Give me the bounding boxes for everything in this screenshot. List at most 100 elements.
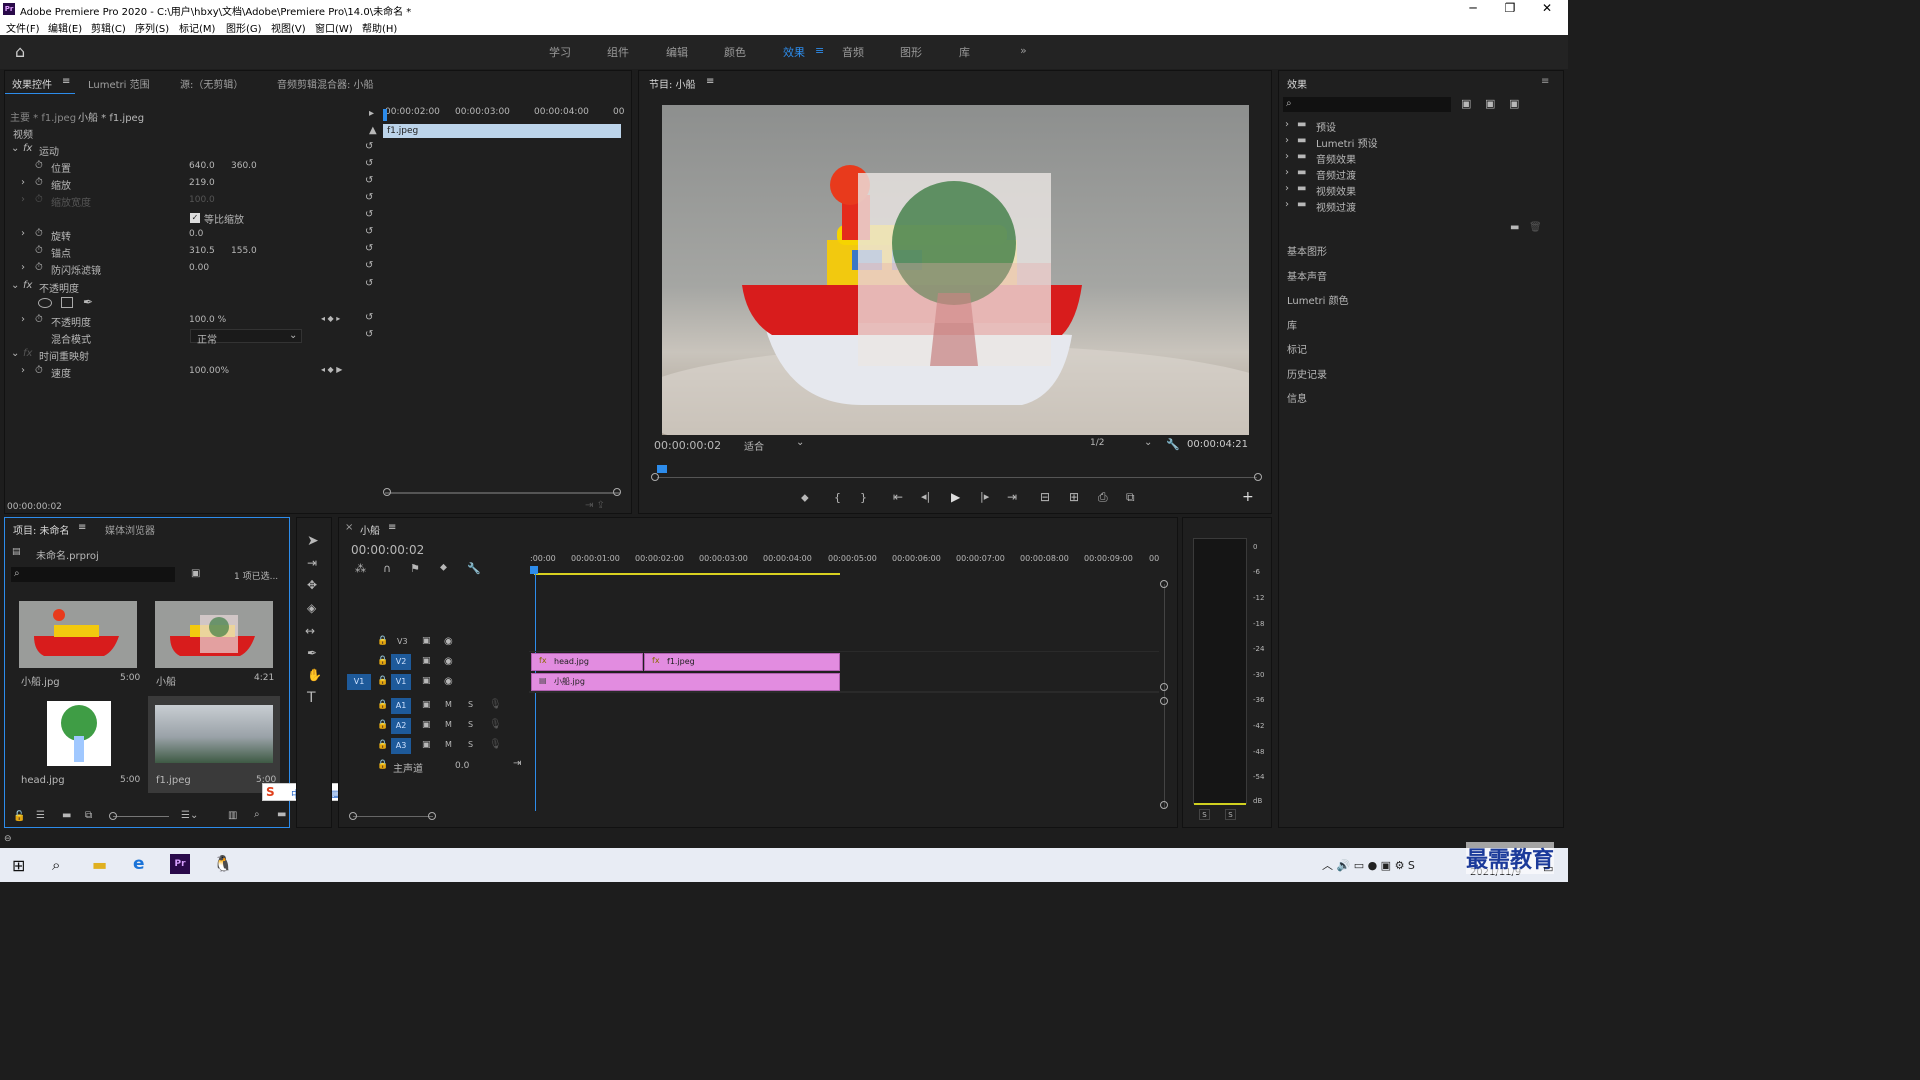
sync-lock-icon[interactable]: ▣ xyxy=(422,740,431,750)
sync-lock-icon[interactable]: ▣ xyxy=(422,720,431,730)
hscroll-handle-right[interactable] xyxy=(428,812,436,820)
wrench-icon[interactable]: 🔧 xyxy=(467,562,481,575)
menu-marker[interactable]: 标记(M) xyxy=(179,20,215,35)
timeline-ruler[interactable]: :00:00 00:00:01:00 00:00:02:00 00:00:03:… xyxy=(530,552,1170,576)
stopwatch-icon[interactable]: ⏱ xyxy=(35,365,43,376)
export-icon[interactable]: ⇥ ⇪ xyxy=(585,500,605,511)
program-ruler[interactable] xyxy=(657,462,1257,473)
menu-window[interactable]: 窗口(W) xyxy=(315,20,353,35)
program-timecode[interactable]: 00:00:00:02 xyxy=(654,439,721,452)
reset-scale-icon[interactable]: ↺ xyxy=(365,175,373,186)
qq-icon[interactable]: 🐧 xyxy=(213,854,233,873)
expand-icon[interactable]: ▸ xyxy=(369,108,374,119)
mute-icon[interactable]: M xyxy=(445,720,452,729)
panel-menu-icon[interactable]: ≡ xyxy=(388,522,396,533)
keyframe-nav-icon[interactable]: ◂ ◆ ▸ xyxy=(321,314,340,323)
effects-search-input[interactable]: ⌕ xyxy=(1283,97,1451,112)
section-history[interactable]: 历史记录 xyxy=(1287,366,1327,381)
menu-graphics[interactable]: 图形(G) xyxy=(226,20,262,35)
section-info[interactable]: 信息 xyxy=(1287,390,1307,405)
flicker-value[interactable]: 0.00 xyxy=(189,263,209,273)
reset-anchor-icon[interactable]: ↺ xyxy=(365,243,373,254)
sogou-icon[interactable]: S xyxy=(266,785,275,799)
reset-blend-icon[interactable]: ↺ xyxy=(365,329,373,340)
mute-icon[interactable]: M xyxy=(445,700,452,709)
menu-view[interactable]: 视图(V) xyxy=(271,20,306,35)
reset-rotation-icon[interactable]: ↺ xyxy=(365,226,373,237)
yuv-effects-icon[interactable]: ▣ xyxy=(1509,97,1519,110)
clip-boat-jpg[interactable]: 小船.jpg xyxy=(531,673,840,691)
fx-icon[interactable]: fx xyxy=(23,143,32,154)
search-icon[interactable]: ⌕ xyxy=(52,856,60,874)
close-tab-icon[interactable]: × xyxy=(345,522,353,533)
rotation-value[interactable]: 0.0 xyxy=(189,229,203,239)
master-volume[interactable]: 0.0 xyxy=(455,761,469,771)
solo-right-button[interactable]: S xyxy=(1225,809,1236,820)
timeline-timecode[interactable]: 00:00:00:02 xyxy=(351,543,424,557)
ie-browser-icon[interactable]: e xyxy=(133,854,145,874)
timeline-vscroll[interactable] xyxy=(1164,584,1165,808)
file-explorer-icon[interactable]: ▬ xyxy=(92,855,107,874)
opacity-expand-icon[interactable]: › xyxy=(21,314,25,325)
home-icon[interactable]: ⌂ xyxy=(15,42,25,61)
clip-f1-jpeg[interactable]: f1.jpeg xyxy=(644,653,840,671)
compare-icon[interactable]: ⧉ xyxy=(1126,490,1135,505)
mic-icon[interactable]: 🎙 xyxy=(489,699,502,710)
track-label[interactable]: A2 xyxy=(391,718,411,734)
tab-sequence[interactable]: 小船 xyxy=(360,522,380,537)
step-forward-icon[interactable]: |▸ xyxy=(980,490,989,503)
accelerated-effects-icon[interactable]: ▣ xyxy=(1461,97,1471,110)
reset-opacity-section-icon[interactable]: ↺ xyxy=(365,278,373,289)
go-to-out-icon[interactable]: ⇥ xyxy=(1007,490,1017,504)
freeform-view-icon[interactable]: ⧉ xyxy=(85,810,92,821)
new-bin-icon[interactable]: ▬ xyxy=(1510,222,1519,233)
tab-media-browser[interactable]: 媒体浏览器 xyxy=(105,522,155,537)
keyframe-nav-icon[interactable]: ◂ ◆ ▶ xyxy=(321,365,342,374)
thumb-boat-jpg[interactable] xyxy=(19,601,137,668)
panel-menu-icon[interactable]: ≡ xyxy=(62,76,70,87)
tray-icons[interactable]: ︿ 🔊 ▭ ● ▣ ⚙ S xyxy=(1322,857,1415,873)
tab-project[interactable]: 项目: 未命名 xyxy=(13,522,70,537)
menu-help[interactable]: 帮助(H) xyxy=(362,20,397,35)
track-label[interactable]: V3 xyxy=(397,637,408,646)
workspace-graphics[interactable]: 图形 xyxy=(900,44,922,60)
thumb-sequence[interactable] xyxy=(155,601,273,668)
ec-clip-bar[interactable]: f1.jpeg xyxy=(383,124,621,138)
menu-sequence[interactable]: 序列(S) xyxy=(135,20,169,35)
fx-icon[interactable]: fx xyxy=(23,280,32,291)
wrench-icon[interactable]: 🔧 xyxy=(1166,438,1180,451)
trash-icon[interactable]: 🗑 xyxy=(1529,222,1542,233)
32bit-effects-icon[interactable]: ▣ xyxy=(1485,97,1495,110)
lock-icon[interactable]: 🔒 xyxy=(377,720,388,730)
anchor-x-value[interactable]: 310.5 xyxy=(189,246,215,256)
stopwatch-icon[interactable]: ⏱ xyxy=(35,177,43,188)
vscroll-handle[interactable] xyxy=(1160,580,1168,588)
rotation-expand-icon[interactable]: › xyxy=(21,228,25,239)
section-markers[interactable]: 标记 xyxy=(1287,341,1307,356)
reset-position-icon[interactable]: ↺ xyxy=(365,158,373,169)
lock-icon[interactable]: 🔒 xyxy=(377,676,388,686)
motion-chevron-icon[interactable]: ⌄ xyxy=(11,143,19,154)
camera-icon[interactable]: ⎙ xyxy=(1098,490,1108,505)
blend-mode-select[interactable]: 正常 ⌄ xyxy=(190,329,302,346)
icon-view-icon[interactable]: ▬ xyxy=(62,810,71,821)
workspace-menu-icon[interactable]: ≡ xyxy=(815,44,824,57)
stopwatch-icon[interactable]: ⏱ xyxy=(35,228,43,239)
sort-icon[interactable]: ☰⌄ xyxy=(181,810,198,821)
add-marker-icon[interactable]: ⬥ xyxy=(801,491,809,505)
stopwatch-icon[interactable]: ⏱ xyxy=(35,314,43,325)
tab-lumetri-scopes[interactable]: Lumetri 范围 xyxy=(88,76,150,91)
opacity-value[interactable]: 100.0 % xyxy=(189,315,226,325)
master-clip-label[interactable]: 主要 * f1.jpeg xyxy=(10,109,76,124)
lock-icon[interactable]: 🔓 xyxy=(13,811,25,822)
stopwatch-icon[interactable]: ⏱ xyxy=(35,262,43,273)
panel-menu-icon[interactable]: ≡ xyxy=(1541,76,1549,87)
position-x-value[interactable]: 640.0 xyxy=(189,161,215,171)
zoom-handle-right[interactable] xyxy=(613,488,621,496)
anchor-y-value[interactable]: 155.0 xyxy=(231,246,257,256)
snap-icon[interactable]: ⁂ xyxy=(355,562,366,575)
slip-tool-icon[interactable]: ↔ xyxy=(305,624,315,638)
ec-zoom-scroll[interactable] xyxy=(385,492,620,494)
eye-icon[interactable]: ◉ xyxy=(444,636,453,647)
menu-clip[interactable]: 剪辑(C) xyxy=(91,20,126,35)
